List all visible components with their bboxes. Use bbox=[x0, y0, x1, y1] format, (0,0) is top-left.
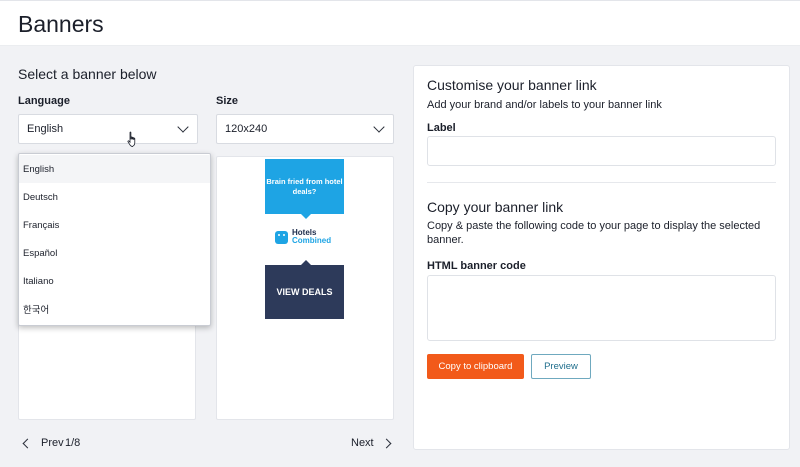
language-label: Language bbox=[18, 95, 70, 107]
language-option[interactable]: English bbox=[19, 155, 210, 183]
language-select[interactable]: English bbox=[18, 114, 198, 144]
chevron-left-icon bbox=[22, 438, 33, 448]
chevron-down-icon bbox=[373, 121, 385, 133]
copy-title: Copy your banner link bbox=[427, 199, 564, 215]
logo-line-2: Combined bbox=[292, 236, 332, 246]
label-input[interactable] bbox=[427, 136, 776, 166]
hotels-combined-logo: Hotels Combined bbox=[275, 228, 332, 246]
language-option[interactable]: Français bbox=[19, 211, 210, 239]
code-field-label: HTML banner code bbox=[427, 260, 526, 272]
copy-description: Copy & paste the following code to your … bbox=[427, 220, 761, 247]
banner-cta: Brain fried from hotel deals? bbox=[265, 159, 344, 219]
logo-icon bbox=[275, 230, 288, 244]
section-title: Select a banner below bbox=[18, 66, 157, 82]
language-select-value: English bbox=[27, 123, 64, 135]
page-header: Banners bbox=[0, 0, 800, 46]
chevron-down-icon bbox=[177, 121, 189, 133]
next-label: Next bbox=[351, 437, 374, 449]
language-option[interactable]: Italiano bbox=[19, 267, 210, 295]
label-field-label: Label bbox=[427, 122, 456, 134]
language-option[interactable]: Deutsch bbox=[19, 183, 210, 211]
copy-to-clipboard-button[interactable]: Copy to clipboard bbox=[427, 354, 524, 379]
size-label: Size bbox=[216, 95, 239, 107]
language-dropdown[interactable]: English Deutsch Français Español Italian… bbox=[18, 153, 211, 326]
prev-label: Prev bbox=[41, 437, 64, 449]
banner-view-deals: VIEW DEALS bbox=[265, 260, 344, 319]
size-select-value: 120x240 bbox=[225, 123, 268, 135]
divider bbox=[427, 182, 776, 183]
language-option[interactable]: Español bbox=[19, 239, 210, 267]
prev-button[interactable]: Prev bbox=[22, 437, 64, 449]
hand-cursor-icon bbox=[127, 131, 136, 147]
page-title: Banners bbox=[18, 11, 104, 37]
preview-button[interactable]: Preview bbox=[531, 354, 591, 379]
customise-description: Add your brand and/or labels to your ban… bbox=[427, 99, 662, 111]
customise-title: Customise your banner link bbox=[427, 77, 597, 93]
page-indicator: 1/8 bbox=[65, 437, 81, 449]
size-select[interactable]: 120x240 bbox=[216, 114, 394, 144]
banner-code-textarea[interactable] bbox=[427, 275, 776, 341]
language-option[interactable]: 한국어 bbox=[19, 295, 210, 323]
chevron-right-icon bbox=[381, 438, 392, 448]
next-button[interactable]: Next bbox=[351, 437, 392, 449]
customise-panel: Customise your banner link Add your bran… bbox=[413, 65, 790, 450]
